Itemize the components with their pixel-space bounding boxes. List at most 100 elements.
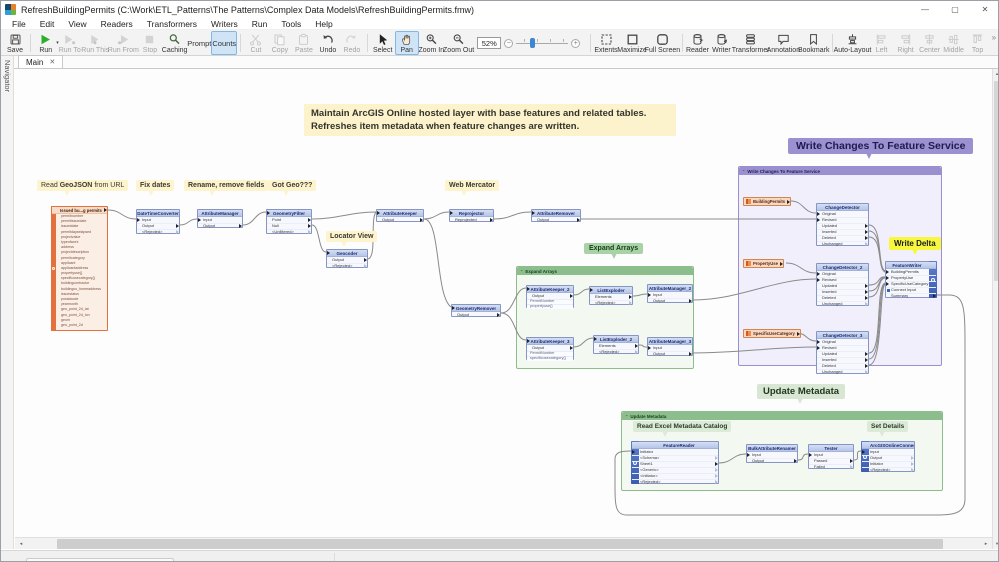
bookmark-header[interactable]: ⌃Write Changes To Feature Service (739, 167, 941, 175)
connection-wire[interactable] (424, 219, 451, 307)
node-attributemanager-2[interactable]: AttributeManager_2InputOutput (647, 284, 693, 303)
input-port-icon[interactable] (198, 218, 201, 222)
port-output[interactable]: Output (648, 351, 692, 357)
input-port-icon[interactable] (632, 450, 635, 454)
node-bulkattributerenamer[interactable]: BulkAttributeRenamerInputOutput (746, 444, 798, 463)
toolbar-button-extents[interactable]: Extents (594, 31, 618, 55)
port-failed[interactable]: Failed (809, 464, 853, 470)
input-port-icon[interactable] (648, 346, 651, 350)
output-port-icon[interactable] (865, 242, 868, 246)
input-port-icon[interactable] (452, 306, 455, 310)
bookmark-header[interactable]: ⌃Expand Arrays (517, 267, 693, 275)
input-port-icon[interactable] (862, 450, 865, 454)
collapse-caret-icon[interactable]: ⌃ (625, 414, 628, 419)
connection-wire[interactable] (494, 212, 531, 219)
port-rejected[interactable]: <Rejected> (862, 467, 914, 473)
output-port-icon[interactable] (911, 462, 914, 466)
input-port-icon[interactable] (817, 212, 820, 216)
toolbar-button-paste[interactable]: Paste (292, 31, 316, 55)
toolbar-button-caching[interactable]: Caching (162, 31, 187, 55)
annotation-maintain-note[interactable]: Maintain ArcGIS Online hosted layer with… (304, 104, 676, 136)
scroll-right-icon[interactable]: ▸ (980, 538, 992, 550)
node-geometryremover[interactable]: GeometryRemoverOutput (451, 304, 501, 317)
toolbar-button-pan[interactable]: Pan (395, 31, 419, 55)
port-rejected[interactable]: <Rejected> (327, 263, 367, 269)
output-port-icon[interactable] (865, 358, 868, 362)
horizontal-scrollbar[interactable]: ◂ ▸ (15, 537, 992, 549)
node-listexploder-2[interactable]: ListExploder_2Elements<Rejected> (593, 335, 639, 354)
maximize-button[interactable]: ▢ (940, 1, 970, 18)
output-port-icon[interactable] (787, 200, 790, 204)
output-port-icon[interactable] (176, 224, 179, 228)
feature-type-propertyuse[interactable]: PropertyUse (743, 259, 784, 268)
port-reprojected[interactable]: Reprojected (450, 217, 493, 223)
connection-wire[interactable] (312, 225, 326, 252)
annotation-set-details[interactable]: Set Details (867, 421, 908, 432)
annotation-read-geojson[interactable]: Read GeoJSON from URL (37, 180, 128, 191)
toolbar-button-zoom-out[interactable]: Zoom Out (444, 31, 473, 55)
input-port-icon[interactable] (809, 453, 812, 457)
menu-edit[interactable]: Edit (33, 19, 62, 29)
node-attributekeeper-3[interactable]: AttributeKeeper_3OutputPermitNumberspeci… (526, 337, 574, 360)
port-rejected[interactable]: <Rejected> (594, 349, 638, 355)
toolbar-button-middle[interactable]: Middle (942, 31, 966, 55)
node-arcgisonlineconnector[interactable]: ArcGISOnlineConnectorInputOutputInitiato… (861, 441, 915, 472)
toolbar-button-undo[interactable]: Undo (316, 31, 340, 55)
input-port-icon[interactable] (137, 218, 140, 222)
horizontal-scrollbar-thumb[interactable] (57, 539, 943, 549)
connection-wire[interactable] (312, 212, 376, 219)
port-unchanged[interactable]: Unchanged (817, 301, 868, 307)
output-port-icon[interactable] (797, 332, 800, 336)
toolbar-button-reader[interactable]: Reader (685, 31, 709, 55)
toolbar-button-bookmark[interactable]: Bookmark (799, 31, 829, 55)
annotation-update-metadata[interactable]: Update Metadata (757, 384, 845, 399)
port-unchanged[interactable]: Unchanged (817, 241, 868, 247)
input-port-icon[interactable] (648, 293, 651, 297)
port-unchanged[interactable]: Unchanged (817, 369, 868, 375)
vertical-scrollbar[interactable]: ▴ ▾ (992, 69, 999, 549)
node-geocoder[interactable]: GeocoderOutput<Rejected> (326, 249, 368, 268)
port-output[interactable]: Output (377, 217, 423, 223)
output-port-icon[interactable] (933, 294, 936, 298)
connection-wire[interactable] (243, 212, 266, 225)
node-datetimeconverter[interactable]: DateTimeConverterInputOutput<Rejected> (136, 209, 180, 234)
scroll-down-icon[interactable]: ▾ (993, 539, 999, 549)
minimize-button[interactable]: — (910, 1, 940, 18)
workflow-canvas[interactable]: ⌃Write Changes To Feature Service ⌃Expand… (15, 69, 992, 537)
output-port-icon[interactable] (176, 230, 179, 234)
input-port-icon[interactable] (817, 340, 820, 344)
menu-tools[interactable]: Tools (274, 19, 308, 29)
tab-close-icon[interactable]: ✕ (49, 58, 55, 66)
menu-writers[interactable]: Writers (204, 19, 245, 29)
toolbar-button-prompt[interactable]: Prompt (187, 31, 211, 55)
toolbar-button-auto-layout[interactable]: Auto-Layout (835, 31, 869, 55)
annotation-web-mercator[interactable]: Web Mercator (445, 180, 499, 191)
toolbar-button-annotation[interactable]: Annotation (768, 31, 799, 55)
annotation-got-geo[interactable]: Got Geo??? (268, 180, 316, 191)
node-featurereader[interactable]: FeatureReaderInitiator<Schema>Sheet1<Gen… (631, 441, 719, 484)
output-port-icon[interactable] (635, 350, 638, 354)
output-port-icon[interactable] (715, 474, 718, 478)
connection-wire[interactable] (424, 212, 449, 219)
toolbar-button-run[interactable]: ▾Run (34, 31, 58, 55)
toolbar-overflow-button[interactable]: » (990, 31, 998, 55)
toolbar-button-redo[interactable]: Redo (340, 31, 364, 55)
output-port-icon[interactable] (865, 352, 868, 356)
toolbar-button-zoom-in[interactable]: Zoom In (419, 31, 444, 55)
connection-wire[interactable] (108, 210, 136, 219)
zoom-level-input[interactable]: 52% (477, 37, 501, 49)
input-port-icon[interactable] (377, 211, 380, 215)
toolbar-button-run-from[interactable]: Run From (109, 31, 138, 55)
collapse-caret-icon[interactable]: ⌃ (520, 269, 523, 274)
toolbar-button-right[interactable]: Right (894, 31, 918, 55)
annotation-locator-view[interactable]: Locator View (326, 231, 377, 242)
output-port-icon[interactable] (239, 224, 242, 228)
input-port-icon[interactable] (817, 218, 820, 222)
annotation-write-delta[interactable]: Write Delta (889, 237, 941, 250)
toolbar-button-save[interactable]: Save (3, 31, 27, 55)
toolbar-button-maximize[interactable]: Maximize (618, 31, 646, 55)
toolbar-button-full-screen[interactable]: Full Screen (646, 31, 679, 55)
output-port-icon[interactable] (420, 218, 423, 222)
navigator-panel-tab[interactable]: Navigator (1, 56, 14, 549)
connection-wire[interactable] (180, 219, 197, 225)
